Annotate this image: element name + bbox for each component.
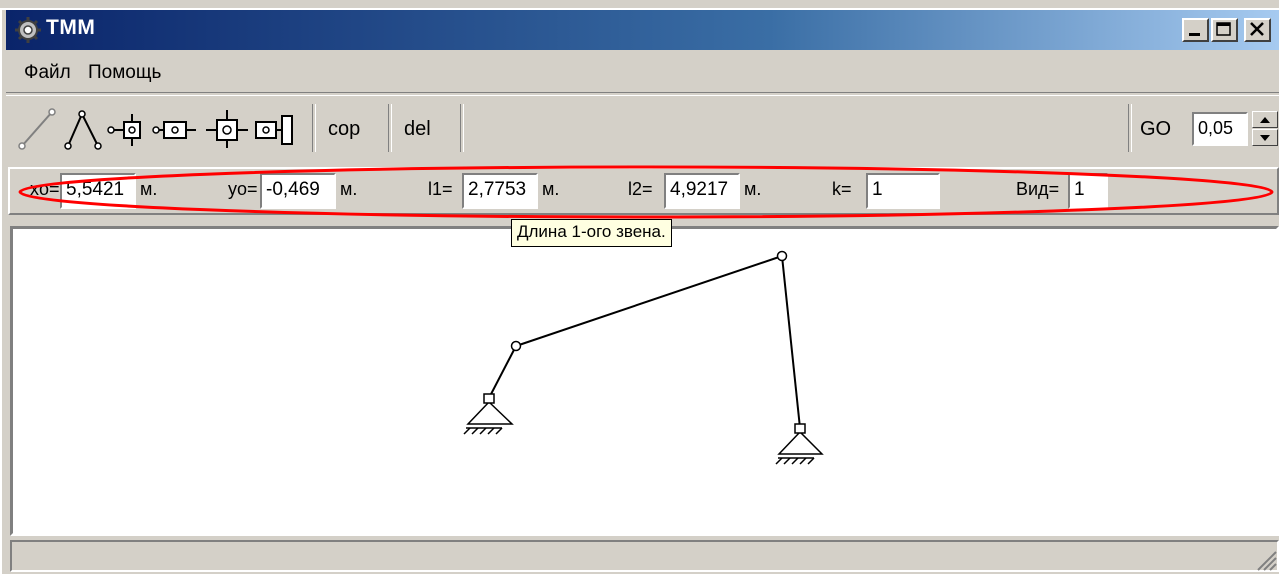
spin-down-button[interactable] <box>1252 129 1278 146</box>
close-button[interactable] <box>1244 18 1271 42</box>
toolbar-divider <box>312 104 316 152</box>
vid-label: Вид= <box>1016 179 1060 199</box>
toolbar-divider <box>460 104 464 152</box>
title-bar[interactable] <box>6 10 1279 50</box>
yo-unit: м. <box>340 179 358 199</box>
slider-icon[interactable] <box>106 104 150 152</box>
maximize-icon <box>1216 22 1231 36</box>
arrow-up-icon <box>1260 117 1270 123</box>
vid-input[interactable]: 1 <box>1068 173 1108 209</box>
yo-label: yo= <box>228 179 258 199</box>
maximize-button[interactable] <box>1211 18 1238 42</box>
cop-button[interactable]: cop <box>328 118 360 141</box>
go-label: GO <box>1140 118 1172 140</box>
minimize-button[interactable] <box>1182 18 1209 42</box>
gear-icon <box>15 17 41 43</box>
l2-label: l2= <box>628 179 653 199</box>
two-link-joint-icon[interactable] <box>60 104 104 152</box>
toolbar-divider <box>1128 104 1132 152</box>
link-line-icon[interactable] <box>14 104 58 152</box>
yo-input[interactable]: -0,469 <box>260 173 336 209</box>
close-icon <box>1250 22 1264 36</box>
go-step-input[interactable]: 0,05 <box>1192 112 1248 146</box>
del-button[interactable]: del <box>404 118 431 141</box>
menu-bar <box>6 52 1279 88</box>
arrow-down-icon <box>1260 135 1270 141</box>
slider-block-icon[interactable] <box>150 104 198 152</box>
vertical-slider-icon[interactable] <box>252 104 298 152</box>
tooltip: Длина 1-ого звена. <box>511 219 672 247</box>
xo-label: xo= <box>30 179 60 199</box>
l2-unit: м. <box>744 179 762 199</box>
cross-slider-icon[interactable] <box>204 104 250 152</box>
xo-unit: м. <box>140 179 158 199</box>
spin-up-button[interactable] <box>1252 111 1278 128</box>
mechanism-canvas[interactable] <box>10 226 1279 536</box>
l1-unit: м. <box>542 179 560 199</box>
minimize-icon <box>1189 33 1200 36</box>
toolbar-separator <box>6 92 1279 96</box>
toolbar-divider <box>388 104 392 152</box>
status-bar <box>10 540 1279 572</box>
l2-input[interactable]: 4,9217 <box>664 173 740 209</box>
menu-help[interactable]: Помощь <box>88 62 161 84</box>
xo-input[interactable]: 5,5421 <box>60 173 136 209</box>
k-label: k= <box>832 179 852 199</box>
l1-label: l1= <box>428 179 453 199</box>
l1-input[interactable]: 2,7753 <box>462 173 538 209</box>
k-input[interactable]: 1 <box>866 173 940 209</box>
resize-grip-icon[interactable] <box>1254 548 1278 572</box>
menu-file[interactable]: Файл <box>24 62 71 84</box>
window-title: ТММ <box>46 16 96 39</box>
